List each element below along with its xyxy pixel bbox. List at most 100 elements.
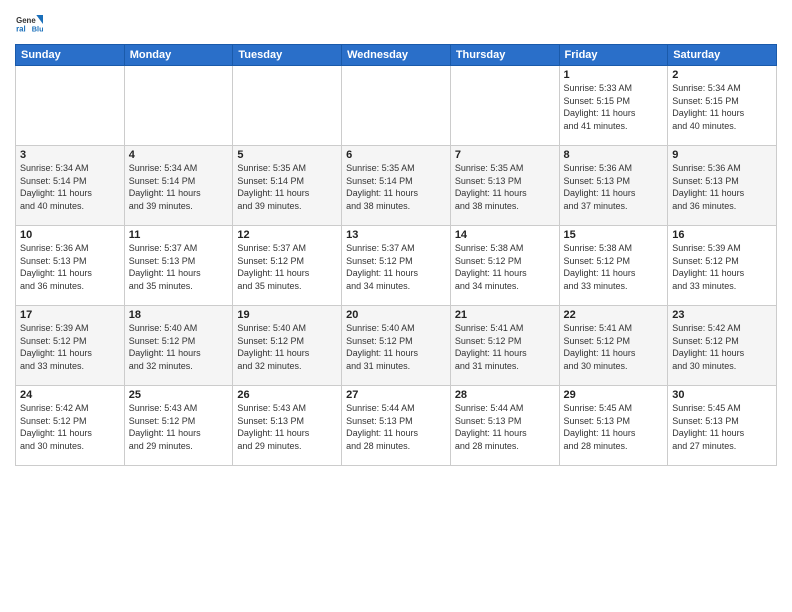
day-info: Sunrise: 5:37 AM Sunset: 5:12 PM Dayligh… — [237, 242, 337, 292]
day-number: 1 — [564, 69, 664, 81]
calendar-cell: 27Sunrise: 5:44 AM Sunset: 5:13 PM Dayli… — [342, 386, 451, 466]
day-number: 10 — [20, 229, 120, 241]
day-info: Sunrise: 5:34 AM Sunset: 5:14 PM Dayligh… — [129, 162, 229, 212]
day-number: 29 — [564, 389, 664, 401]
calendar-cell — [16, 66, 125, 146]
weekday-header-thursday: Thursday — [450, 45, 559, 66]
calendar-cell: 28Sunrise: 5:44 AM Sunset: 5:13 PM Dayli… — [450, 386, 559, 466]
day-number: 12 — [237, 229, 337, 241]
day-number: 3 — [20, 149, 120, 161]
day-number: 15 — [564, 229, 664, 241]
calendar-cell: 1Sunrise: 5:33 AM Sunset: 5:15 PM Daylig… — [559, 66, 668, 146]
day-number: 26 — [237, 389, 337, 401]
calendar-cell: 10Sunrise: 5:36 AM Sunset: 5:13 PM Dayli… — [16, 226, 125, 306]
calendar-header-row: SundayMondayTuesdayWednesdayThursdayFrid… — [16, 45, 777, 66]
day-info: Sunrise: 5:38 AM Sunset: 5:12 PM Dayligh… — [564, 242, 664, 292]
day-info: Sunrise: 5:44 AM Sunset: 5:13 PM Dayligh… — [455, 402, 555, 452]
day-number: 6 — [346, 149, 446, 161]
weekday-header-friday: Friday — [559, 45, 668, 66]
calendar-table: SundayMondayTuesdayWednesdayThursdayFrid… — [15, 44, 777, 466]
day-info: Sunrise: 5:35 AM Sunset: 5:13 PM Dayligh… — [455, 162, 555, 212]
day-number: 9 — [672, 149, 772, 161]
day-number: 23 — [672, 309, 772, 321]
day-info: Sunrise: 5:36 AM Sunset: 5:13 PM Dayligh… — [564, 162, 664, 212]
day-info: Sunrise: 5:40 AM Sunset: 5:12 PM Dayligh… — [129, 322, 229, 372]
day-number: 27 — [346, 389, 446, 401]
calendar-cell: 15Sunrise: 5:38 AM Sunset: 5:12 PM Dayli… — [559, 226, 668, 306]
day-info: Sunrise: 5:45 AM Sunset: 5:13 PM Dayligh… — [672, 402, 772, 452]
calendar-cell: 14Sunrise: 5:38 AM Sunset: 5:12 PM Dayli… — [450, 226, 559, 306]
weekday-header-monday: Monday — [124, 45, 233, 66]
day-number: 8 — [564, 149, 664, 161]
day-info: Sunrise: 5:35 AM Sunset: 5:14 PM Dayligh… — [237, 162, 337, 212]
day-info: Sunrise: 5:45 AM Sunset: 5:13 PM Dayligh… — [564, 402, 664, 452]
day-info: Sunrise: 5:41 AM Sunset: 5:12 PM Dayligh… — [455, 322, 555, 372]
calendar-cell: 26Sunrise: 5:43 AM Sunset: 5:13 PM Dayli… — [233, 386, 342, 466]
calendar-cell: 17Sunrise: 5:39 AM Sunset: 5:12 PM Dayli… — [16, 306, 125, 386]
calendar-cell: 4Sunrise: 5:34 AM Sunset: 5:14 PM Daylig… — [124, 146, 233, 226]
weekday-header-saturday: Saturday — [668, 45, 777, 66]
calendar-cell: 25Sunrise: 5:43 AM Sunset: 5:12 PM Dayli… — [124, 386, 233, 466]
calendar-cell: 13Sunrise: 5:37 AM Sunset: 5:12 PM Dayli… — [342, 226, 451, 306]
day-info: Sunrise: 5:34 AM Sunset: 5:15 PM Dayligh… — [672, 82, 772, 132]
day-number: 4 — [129, 149, 229, 161]
day-number: 25 — [129, 389, 229, 401]
day-info: Sunrise: 5:39 AM Sunset: 5:12 PM Dayligh… — [20, 322, 120, 372]
day-info: Sunrise: 5:39 AM Sunset: 5:12 PM Dayligh… — [672, 242, 772, 292]
day-number: 22 — [564, 309, 664, 321]
day-number: 14 — [455, 229, 555, 241]
calendar-cell: 3Sunrise: 5:34 AM Sunset: 5:14 PM Daylig… — [16, 146, 125, 226]
svg-text:Gene: Gene — [16, 16, 36, 25]
calendar-cell: 30Sunrise: 5:45 AM Sunset: 5:13 PM Dayli… — [668, 386, 777, 466]
calendar-cell: 5Sunrise: 5:35 AM Sunset: 5:14 PM Daylig… — [233, 146, 342, 226]
calendar-week-1: 1Sunrise: 5:33 AM Sunset: 5:15 PM Daylig… — [16, 66, 777, 146]
calendar-cell: 11Sunrise: 5:37 AM Sunset: 5:13 PM Dayli… — [124, 226, 233, 306]
day-info: Sunrise: 5:41 AM Sunset: 5:12 PM Dayligh… — [564, 322, 664, 372]
day-info: Sunrise: 5:35 AM Sunset: 5:14 PM Dayligh… — [346, 162, 446, 212]
day-number: 30 — [672, 389, 772, 401]
calendar-cell — [233, 66, 342, 146]
day-number: 28 — [455, 389, 555, 401]
weekday-header-wednesday: Wednesday — [342, 45, 451, 66]
day-number: 17 — [20, 309, 120, 321]
day-number: 20 — [346, 309, 446, 321]
day-number: 2 — [672, 69, 772, 81]
svg-text:ral: ral — [16, 24, 26, 33]
calendar-cell: 8Sunrise: 5:36 AM Sunset: 5:13 PM Daylig… — [559, 146, 668, 226]
weekday-header-sunday: Sunday — [16, 45, 125, 66]
day-number: 13 — [346, 229, 446, 241]
day-info: Sunrise: 5:42 AM Sunset: 5:12 PM Dayligh… — [672, 322, 772, 372]
calendar-cell: 2Sunrise: 5:34 AM Sunset: 5:15 PM Daylig… — [668, 66, 777, 146]
calendar-cell: 20Sunrise: 5:40 AM Sunset: 5:12 PM Dayli… — [342, 306, 451, 386]
calendar-cell: 22Sunrise: 5:41 AM Sunset: 5:12 PM Dayli… — [559, 306, 668, 386]
day-number: 5 — [237, 149, 337, 161]
day-info: Sunrise: 5:36 AM Sunset: 5:13 PM Dayligh… — [20, 242, 120, 292]
day-info: Sunrise: 5:37 AM Sunset: 5:12 PM Dayligh… — [346, 242, 446, 292]
calendar-cell: 12Sunrise: 5:37 AM Sunset: 5:12 PM Dayli… — [233, 226, 342, 306]
day-info: Sunrise: 5:36 AM Sunset: 5:13 PM Dayligh… — [672, 162, 772, 212]
page-header: General Blue — [15, 10, 777, 38]
svg-text:Blue: Blue — [32, 24, 43, 33]
calendar-week-2: 3 Sunrise: 5:34 AM Sunset: 5:14 PM Daylig… — [16, 146, 777, 226]
calendar-cell: 6Sunrise: 5:35 AM Sunset: 5:14 PM Daylig… — [342, 146, 451, 226]
calendar-cell: 23Sunrise: 5:42 AM Sunset: 5:12 PM Dayli… — [668, 306, 777, 386]
day-info: Sunrise: 5:33 AM Sunset: 5:15 PM Dayligh… — [564, 82, 664, 132]
day-number: 7 — [455, 149, 555, 161]
day-info: Sunrise: 5:40 AM Sunset: 5:12 PM Dayligh… — [237, 322, 337, 372]
logo-icon: General Blue — [15, 10, 43, 38]
calendar-cell: 18Sunrise: 5:40 AM Sunset: 5:12 PM Dayli… — [124, 306, 233, 386]
day-info: Sunrise: 5:43 AM Sunset: 5:13 PM Dayligh… — [237, 402, 337, 452]
day-info: Sunrise: 5:43 AM Sunset: 5:12 PM Dayligh… — [129, 402, 229, 452]
calendar-cell: 16Sunrise: 5:39 AM Sunset: 5:12 PM Dayli… — [668, 226, 777, 306]
calendar-cell: 24Sunrise: 5:42 AM Sunset: 5:12 PM Dayli… — [16, 386, 125, 466]
calendar-cell — [124, 66, 233, 146]
calendar-cell: 19Sunrise: 5:40 AM Sunset: 5:12 PM Dayli… — [233, 306, 342, 386]
day-number: 11 — [129, 229, 229, 241]
weekday-header-tuesday: Tuesday — [233, 45, 342, 66]
calendar-cell: 21Sunrise: 5:41 AM Sunset: 5:12 PM Dayli… — [450, 306, 559, 386]
logo: General Blue — [15, 10, 47, 38]
calendar-cell: 9Sunrise: 5:36 AM Sunset: 5:13 PM Daylig… — [668, 146, 777, 226]
calendar-cell: 7Sunrise: 5:35 AM Sunset: 5:13 PM Daylig… — [450, 146, 559, 226]
day-number: 21 — [455, 309, 555, 321]
day-number: 16 — [672, 229, 772, 241]
